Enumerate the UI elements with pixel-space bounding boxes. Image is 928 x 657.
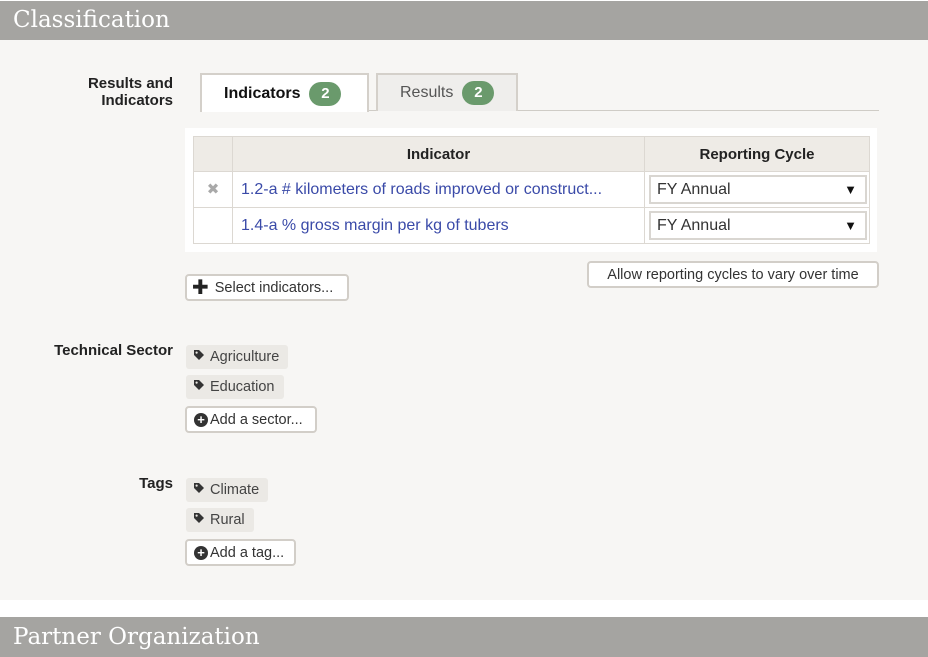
indicators-table: Indicator Reporting Cycle ✖ 1.2-a # kilo… — [193, 136, 870, 244]
indicators-count-badge: 2 — [309, 81, 342, 106]
classification-panel — [0, 40, 928, 617]
tag-item: Climate — [186, 478, 269, 502]
close-icon[interactable]: ✖ — [207, 181, 220, 198]
table-row: 1.4-a % gross margin per kg of tubers FY… — [193, 207, 870, 244]
results-count-badge: 2 — [462, 81, 495, 105]
indicator-link[interactable]: 1.4-a % gross margin per kg of tubers — [233, 217, 641, 235]
sector-tag-label: Agriculture — [210, 349, 280, 365]
results-indicators-label: Results and Indicators — [87, 75, 173, 109]
tag-item: Rural — [186, 508, 254, 532]
technical-sector-label: Technical Sector — [54, 342, 173, 359]
indicator-cell: 1.4-a % gross margin per kg of tubers — [232, 207, 645, 244]
reporting-cycle-value: FY Annual — [657, 180, 731, 198]
caret-down-icon: ▼ — [844, 182, 857, 197]
sector-tag: Agriculture — [186, 345, 289, 369]
indicator-column-header: Indicator — [232, 136, 645, 172]
reporting-cycle-select[interactable]: FY Annual ▼ — [649, 211, 867, 240]
sector-tag-label: Education — [210, 379, 275, 395]
table-row: ✖ 1.2-a # kilometers of roads improved o… — [193, 171, 870, 208]
add-tag-label: Add a tag... — [210, 544, 285, 561]
tab-results-label: Results — [400, 84, 454, 101]
reporting-cycle-column-header: Reporting Cycle — [644, 136, 870, 172]
tab-indicators[interactable]: Indicators 2 — [200, 73, 369, 112]
section-gap — [0, 600, 928, 617]
reporting-cycle-value: FY Annual — [657, 216, 731, 234]
remove-cell — [193, 207, 233, 244]
add-sector-button[interactable]: + Add a sector... — [185, 406, 317, 433]
tag-item-label: Rural — [210, 512, 245, 528]
indicator-link[interactable]: 1.2-a # kilometers of roads improved or … — [233, 181, 641, 199]
tag-icon — [193, 482, 206, 498]
plus-circle-icon: + — [194, 545, 208, 560]
tag-icon — [193, 349, 206, 365]
remove-column-header — [193, 136, 233, 172]
allow-varying-cycles-button[interactable]: Allow reporting cycles to vary over time — [587, 261, 879, 288]
add-tag-button[interactable]: + Add a tag... — [185, 539, 296, 566]
tags-label: Tags — [139, 475, 173, 492]
tab-indicators-label: Indicators — [224, 84, 301, 102]
add-sector-label: Add a sector... — [210, 411, 303, 428]
plus-circle-icon: + — [194, 412, 208, 427]
sector-tag: Education — [186, 375, 284, 399]
tag-icon — [193, 512, 206, 528]
indicator-cell: 1.2-a # kilometers of roads improved or … — [232, 171, 645, 208]
caret-down-icon: ▼ — [844, 218, 857, 233]
plus-icon: ✚ — [192, 276, 209, 299]
reporting-cycle-select[interactable]: FY Annual ▼ — [649, 175, 867, 204]
section-header-classification: Classification — [0, 1, 928, 40]
section-header-partner-organization: Partner Organization — [0, 617, 928, 657]
allow-varying-cycles-label: Allow reporting cycles to vary over time — [607, 266, 859, 283]
remove-cell: ✖ — [193, 171, 233, 208]
tab-results[interactable]: Results 2 — [376, 73, 518, 111]
reporting-cycle-cell: FY Annual ▼ — [644, 207, 870, 244]
tag-icon — [193, 379, 206, 395]
reporting-cycle-cell: FY Annual ▼ — [644, 171, 870, 208]
select-indicators-button[interactable]: ✚ Select indicators... — [185, 274, 349, 301]
table-header-row: Indicator Reporting Cycle — [193, 136, 870, 172]
tag-item-label: Climate — [210, 482, 260, 498]
select-indicators-label: Select indicators... — [214, 279, 334, 296]
